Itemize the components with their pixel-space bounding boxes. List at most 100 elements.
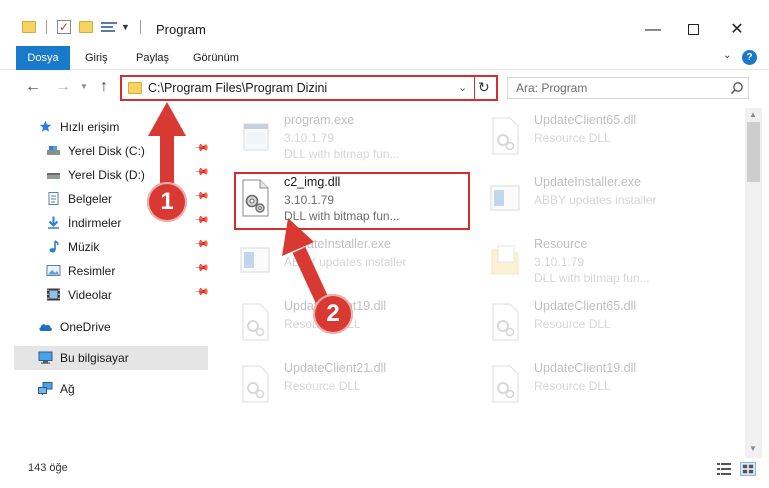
up-arrow-icon[interactable]: ↑	[100, 78, 108, 96]
file-list: program.exe 3.10.1.79 DLL with bitmap fu…	[228, 108, 744, 458]
file-item[interactable]: UpdateInstaller.exe ABBY updates install…	[228, 232, 468, 288]
scroll-down-icon[interactable]: ▼	[749, 444, 757, 453]
back-arrow-icon[interactable]: ←	[25, 78, 41, 96]
scroll-up-icon[interactable]: ▲	[749, 110, 757, 119]
quick-access-toolbar: ✓ ▼	[22, 20, 151, 34]
properties-check-icon[interactable]: ✓	[57, 20, 71, 34]
sidebar-item-local-disk-d[interactable]: Yerel Disk (D:) 📌	[0, 164, 210, 186]
forward-arrow-icon[interactable]: →	[55, 78, 71, 96]
sidebar-item-label: İndirmeler	[68, 216, 122, 230]
installer-icon	[240, 247, 270, 273]
file-item[interactable]: UpdateClient65.dll Resource DLL	[478, 108, 718, 164]
file-item[interactable]: Resource 3.10.1.79 DLL with bitmap fun..…	[478, 232, 718, 288]
search-input[interactable]: Ara: Program	[507, 77, 749, 99]
file-description: DLL with bitmap fun...	[284, 147, 400, 161]
new-folder-icon[interactable]	[79, 21, 93, 33]
file-description: Resource DLL	[284, 379, 361, 393]
vertical-scrollbar[interactable]: ▲ ▼	[745, 108, 762, 458]
sidebar-item-local-disk-c[interactable]: Yerel Disk (C:) 📌	[0, 140, 210, 162]
file-item[interactable]: UpdateClient19.dll Resource DLL	[478, 356, 718, 412]
tab-home[interactable]: Giriş	[85, 46, 108, 70]
sidebar-item-pictures[interactable]: Resimler 📌	[0, 260, 210, 282]
customize-toolbar-chevron-icon[interactable]: ▼	[121, 22, 130, 32]
help-icon[interactable]: ?	[742, 50, 757, 65]
star-icon	[39, 120, 52, 132]
file-description: Resource DLL	[534, 131, 611, 145]
sidebar-item-music[interactable]: Müzik 📌	[0, 236, 210, 258]
close-button[interactable]: ✕	[714, 16, 760, 44]
sidebar-item-this-pc[interactable]: Bu bilgisayar	[14, 346, 208, 370]
title-bar: ✓ ▼ Program — ✕	[0, 0, 769, 46]
pictures-icon	[46, 265, 61, 276]
folder-icon	[128, 82, 142, 94]
search-icon[interactable]	[730, 81, 744, 95]
file-item[interactable]: UpdateInstaller.exe ABBY updates install…	[478, 170, 718, 226]
file-item[interactable]: UpdateClient21.dll Resource DLL	[228, 356, 468, 412]
address-path[interactable]: C:\Program Files\Program Dizini	[148, 81, 327, 95]
highlight-box	[234, 172, 470, 230]
sidebar-item-quick-access[interactable]: Hızlı erişim	[0, 116, 210, 138]
file-name: UpdateClient65.dll	[534, 113, 637, 127]
file-version: 3.10.1.79	[284, 131, 335, 145]
refresh-icon[interactable]: ↻	[478, 79, 490, 96]
file-item[interactable]: UpdateClient65.dll Resource DLL	[478, 294, 718, 350]
pin-icon[interactable]: 📌	[193, 188, 210, 205]
file-name: program.exe	[284, 113, 355, 127]
pin-icon[interactable]: 📌	[193, 236, 210, 253]
address-divider	[474, 77, 475, 99]
drive-icon	[47, 146, 60, 155]
tab-view[interactable]: Görünüm	[193, 46, 239, 70]
network-icon	[38, 382, 53, 395]
scrollbar-thumb[interactable]	[747, 122, 760, 182]
recent-locations-chevron-icon[interactable]: ▼	[80, 82, 88, 91]
pin-icon[interactable]: 📌	[193, 164, 210, 181]
tab-share[interactable]: Paylaş	[136, 46, 169, 70]
sidebar-item-label: Ağ	[60, 382, 75, 396]
pin-icon[interactable]: 📌	[193, 140, 210, 157]
status-bar: 143 öğe	[0, 458, 769, 488]
pin-icon[interactable]: 📌	[193, 260, 210, 277]
list-properties-icon[interactable]	[101, 21, 117, 33]
sidebar-item-label: Yerel Disk (C:)	[68, 144, 145, 158]
expand-ribbon-chevron-icon[interactable]: ⌄	[723, 50, 731, 61]
file-description: Resource DLL	[534, 317, 611, 331]
installer-icon	[490, 185, 520, 211]
file-name: UpdateInstaller.exe	[534, 175, 642, 189]
documents-icon	[48, 192, 59, 205]
sidebar-item-label: Yerel Disk (D:)	[68, 168, 145, 182]
pin-icon[interactable]: 📌	[193, 284, 210, 301]
folder-icon[interactable]	[22, 21, 36, 33]
file-name: UpdateClient65.dll	[534, 299, 637, 313]
computer-icon	[38, 351, 53, 364]
sidebar-item-onedrive[interactable]: OneDrive	[0, 316, 210, 338]
file-item[interactable]: program.exe 3.10.1.79 DLL with bitmap fu…	[228, 108, 468, 164]
sidebar-item-label: Hızlı erişim	[60, 120, 120, 134]
large-icons-view-icon[interactable]	[740, 462, 756, 476]
sidebar-item-label: OneDrive	[60, 320, 111, 334]
toolbar-divider	[46, 20, 47, 34]
navigation-pane: Hızlı erişim Yerel Disk (C:) 📌 Yerel Dis…	[0, 108, 210, 458]
details-view-icon[interactable]	[716, 462, 732, 476]
dll-icon	[492, 303, 519, 341]
music-icon	[49, 240, 59, 253]
address-bar[interactable]: C:\Program Files\Program Dizini ⌄ ↻	[120, 75, 498, 101]
sidebar-item-videos[interactable]: Videolar 📌	[0, 284, 210, 306]
navigation-bar: ← → ▼ ↑ C:\Program Files\Program Dizini …	[0, 70, 769, 106]
tab-file[interactable]: Dosya	[16, 46, 70, 70]
dll-icon	[492, 365, 519, 403]
maximize-button[interactable]	[670, 16, 716, 44]
sidebar-item-network[interactable]: Ağ	[0, 378, 210, 400]
step-badge-1: 1	[147, 182, 187, 222]
address-history-chevron-icon[interactable]: ⌄	[458, 81, 467, 94]
dll-icon	[242, 365, 269, 403]
dll-icon	[492, 117, 519, 155]
sidebar-item-label: Resimler	[68, 264, 116, 278]
file-description: ABBY updates installer	[534, 193, 657, 207]
file-name: UpdateClient19.dll	[534, 361, 637, 375]
file-name: UpdateClient21.dll	[284, 361, 387, 375]
file-description: DLL with bitmap fun...	[534, 271, 650, 285]
drive-icon	[47, 173, 60, 179]
folder-icon	[491, 245, 519, 275]
item-count: 143 öğe	[28, 462, 68, 474]
pin-icon[interactable]: 📌	[193, 212, 210, 229]
